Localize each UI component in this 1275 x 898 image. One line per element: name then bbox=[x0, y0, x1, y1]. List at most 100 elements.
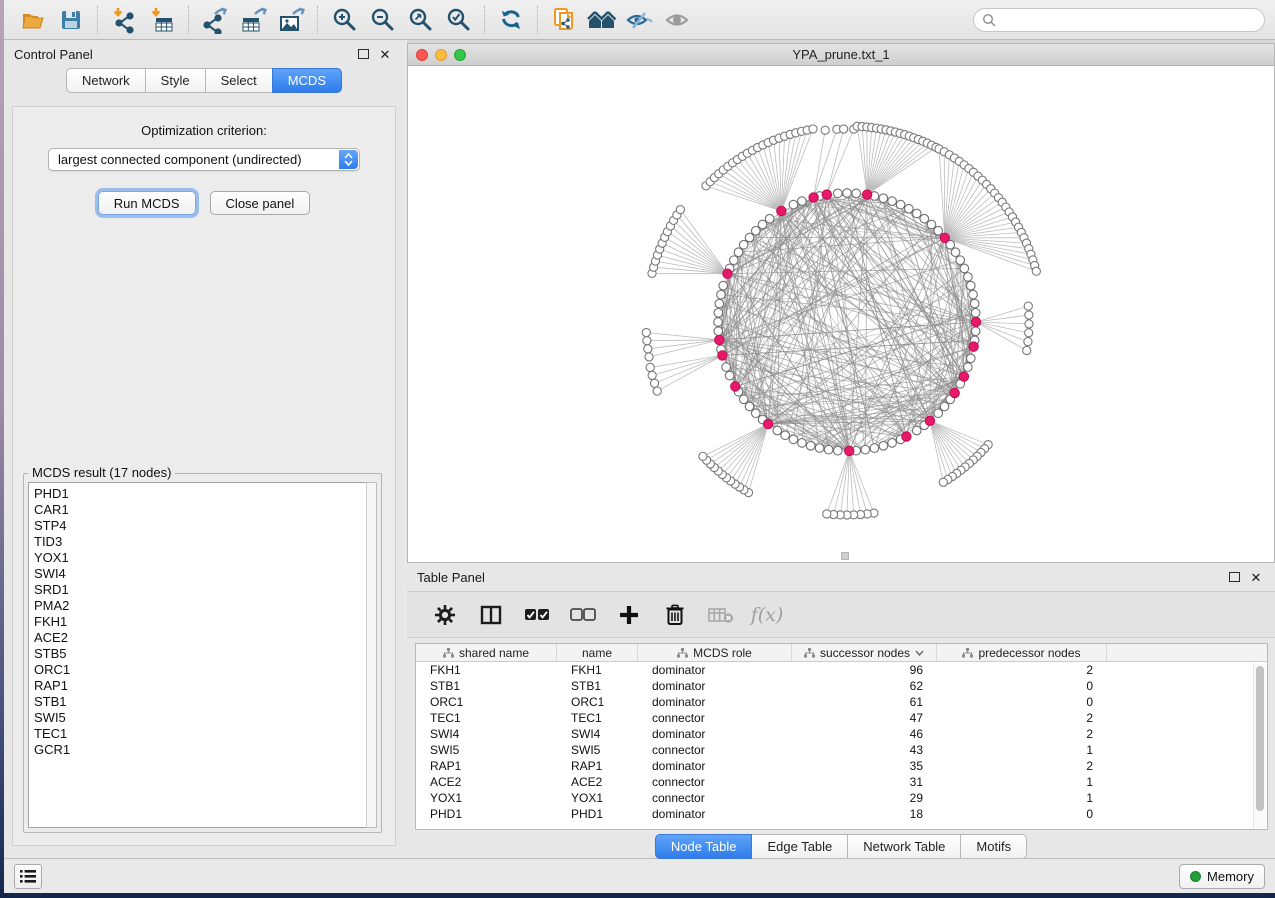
run-mcds-button[interactable]: Run MCDS bbox=[98, 191, 196, 215]
table-row[interactable]: YOX1YOX1connector291 bbox=[416, 790, 1267, 806]
mcds-result-item[interactable]: ORC1 bbox=[34, 662, 376, 678]
mcds-result-item[interactable]: TEC1 bbox=[34, 726, 376, 742]
refresh-view-button[interactable] bbox=[492, 3, 530, 37]
export-image-button[interactable] bbox=[272, 3, 310, 37]
export-table-button[interactable] bbox=[234, 3, 272, 37]
close-table-panel-button[interactable]: ✕ bbox=[1247, 568, 1265, 586]
table-settings-button[interactable] bbox=[429, 599, 461, 631]
tab-node-table[interactable]: Node Table bbox=[655, 834, 753, 859]
table-cell: dominator bbox=[638, 694, 792, 710]
create-column-button[interactable] bbox=[613, 599, 645, 631]
mcds-result-item[interactable]: YOX1 bbox=[34, 550, 376, 566]
table-cell: SWI4 bbox=[416, 726, 557, 742]
task-history-button[interactable] bbox=[14, 864, 42, 889]
mcds-result-item[interactable]: PHD1 bbox=[34, 486, 376, 502]
tab-network[interactable]: Network bbox=[66, 68, 146, 93]
criterion-dropdown[interactable]: largest connected component (undirected) bbox=[48, 148, 360, 171]
refresh-icon bbox=[497, 6, 525, 34]
table-row[interactable]: SWI5SWI5connector431 bbox=[416, 742, 1267, 758]
tab-mcds[interactable]: MCDS bbox=[272, 68, 342, 93]
export-network-button[interactable] bbox=[196, 3, 234, 37]
mcds-result-item[interactable]: STB1 bbox=[34, 694, 376, 710]
zoom-out-button[interactable] bbox=[363, 3, 401, 37]
memory-button[interactable]: Memory bbox=[1179, 864, 1265, 889]
mcds-result-item[interactable]: PMA2 bbox=[34, 598, 376, 614]
table-cell: RAP1 bbox=[416, 758, 557, 774]
zoom-fit-button[interactable] bbox=[401, 3, 439, 37]
save-session-button[interactable] bbox=[52, 3, 90, 37]
network-title: YPA_prune.txt_1 bbox=[408, 47, 1274, 62]
table-row[interactable]: ORC1ORC1dominator610 bbox=[416, 694, 1267, 710]
table-row[interactable]: FKH1FKH1dominator962 bbox=[416, 662, 1267, 678]
eye-icon bbox=[663, 7, 693, 33]
mcds-result-list[interactable]: PHD1CAR1STP4TID3YOX1SWI4SRD1PMA2FKH1ACE2… bbox=[28, 482, 377, 828]
table-row[interactable]: STB1STB1dominator620 bbox=[416, 678, 1267, 694]
mcds-result-item[interactable]: RAP1 bbox=[34, 678, 376, 694]
table-toolbar: f(x) bbox=[407, 591, 1275, 638]
mcds-result-item[interactable]: TID3 bbox=[34, 534, 376, 550]
mcds-result-item[interactable]: GCR1 bbox=[34, 742, 376, 758]
mcds-result-title: MCDS result (17 nodes) bbox=[28, 465, 175, 480]
import-network-button[interactable] bbox=[105, 3, 143, 37]
select-all-button[interactable] bbox=[521, 599, 553, 631]
hide-graphics-details-button[interactable] bbox=[621, 3, 659, 37]
zoom-selected-button[interactable] bbox=[439, 3, 477, 37]
column-header-shared-name[interactable]: shared name bbox=[416, 644, 557, 661]
network-graph[interactable] bbox=[408, 66, 1274, 562]
mcds-result-item[interactable]: STP4 bbox=[34, 518, 376, 534]
mcds-result-item[interactable]: SRD1 bbox=[34, 582, 376, 598]
mcds-result-item[interactable]: ACE2 bbox=[34, 630, 376, 646]
table-row[interactable]: PHD1PHD1dominator180 bbox=[416, 806, 1267, 822]
close-panel-button-mcds[interactable]: Close panel bbox=[210, 191, 311, 215]
zoom-in-button[interactable] bbox=[325, 3, 363, 37]
table-cell: TEC1 bbox=[557, 710, 638, 726]
table-row[interactable]: SWI4SWI4dominator462 bbox=[416, 726, 1267, 742]
tab-edge-table[interactable]: Edge Table bbox=[751, 834, 848, 859]
table-row[interactable]: RAP1RAP1dominator352 bbox=[416, 758, 1267, 774]
deselect-all-button[interactable] bbox=[567, 599, 599, 631]
column-header-predecessor-nodes[interactable]: predecessor nodes bbox=[937, 644, 1107, 661]
table-scrollbar-thumb[interactable] bbox=[1256, 666, 1264, 811]
tab-network-table[interactable]: Network Table bbox=[847, 834, 961, 859]
table-body: FKH1FKH1dominator962STB1STB1dominator620… bbox=[416, 662, 1267, 822]
mcds-result-item[interactable]: SWI5 bbox=[34, 710, 376, 726]
network-canvas[interactable] bbox=[408, 66, 1274, 562]
show-columns-button[interactable] bbox=[475, 599, 507, 631]
tab-motifs[interactable]: Motifs bbox=[960, 834, 1027, 859]
home-button[interactable] bbox=[583, 3, 621, 37]
mcds-result-item[interactable]: SWI4 bbox=[34, 566, 376, 582]
table-row[interactable]: TEC1TEC1connector472 bbox=[416, 710, 1267, 726]
toolbar-separator bbox=[188, 6, 189, 34]
show-graphics-details-button[interactable] bbox=[659, 3, 697, 37]
search-icon bbox=[982, 13, 996, 27]
table-cell: dominator bbox=[638, 758, 792, 774]
table-cell: dominator bbox=[638, 806, 792, 822]
search-input[interactable] bbox=[973, 8, 1265, 32]
table-row[interactable]: ACE2ACE2connector311 bbox=[416, 774, 1267, 790]
memory-label: Memory bbox=[1207, 869, 1254, 884]
mcds-result-item[interactable]: FKH1 bbox=[34, 614, 376, 630]
canvas-handle[interactable] bbox=[841, 552, 849, 560]
mcds-result-item[interactable]: CAR1 bbox=[34, 502, 376, 518]
tab-select[interactable]: Select bbox=[205, 68, 273, 93]
open-file-button[interactable] bbox=[14, 3, 52, 37]
table-cell: 43 bbox=[792, 742, 937, 758]
mcds-result-item[interactable]: STB5 bbox=[34, 646, 376, 662]
table-scrollbar[interactable] bbox=[1253, 663, 1266, 828]
column-header-successor-nodes[interactable]: successor nodes bbox=[792, 644, 937, 661]
column-header-mcds-role[interactable]: MCDS role bbox=[638, 644, 792, 661]
import-table-button[interactable] bbox=[143, 3, 181, 37]
float-table-panel-button[interactable] bbox=[1225, 568, 1243, 586]
home-icon bbox=[587, 7, 617, 33]
network-view-window: YPA_prune.txt_1 bbox=[407, 43, 1275, 563]
fx-icon: f(x) bbox=[751, 604, 784, 626]
delete-column-button[interactable] bbox=[659, 599, 691, 631]
toolbar-separator bbox=[484, 6, 485, 34]
float-panel-button[interactable] bbox=[354, 45, 372, 63]
column-header-name[interactable]: name bbox=[557, 644, 638, 661]
mcds-list-scrollbar[interactable] bbox=[366, 482, 377, 828]
right-region: YPA_prune.txt_1 Table Panel ✕ bbox=[407, 40, 1275, 858]
tab-style[interactable]: Style bbox=[145, 68, 206, 93]
duplicate-network-button[interactable] bbox=[545, 3, 583, 37]
close-panel-button[interactable]: ✕ bbox=[376, 45, 394, 63]
